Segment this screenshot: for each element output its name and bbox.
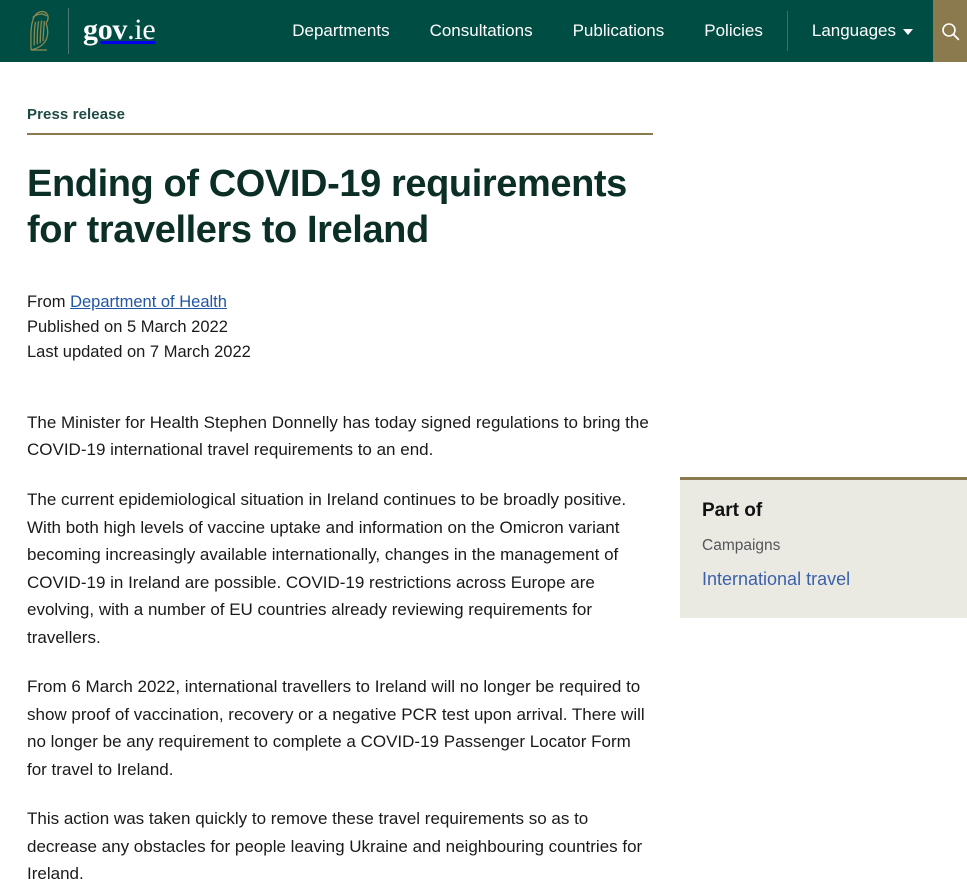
article-metadata: From Department of Health Published on 5… (27, 290, 653, 365)
department-link[interactable]: Department of Health (70, 293, 227, 311)
meta-published: Published on 5 March 2022 (27, 317, 228, 336)
article-paragraph: This action was taken quickly to remove … (27, 809, 643, 884)
nav-item-consultations[interactable]: Consultations (410, 0, 553, 62)
main-navigation: Departments Consultations Publications P… (155, 0, 933, 62)
part-of-panel: Part of Campaigns International travel (680, 477, 967, 618)
article-paragraph: The current epidemiological situation in… (27, 490, 627, 647)
article-paragraph: From 6 March 2022, international travell… (27, 677, 645, 779)
article-column: Press release Ending of COVID-19 require… (0, 62, 680, 888)
part-of-heading: Part of (702, 500, 763, 521)
nav-item-policies[interactable]: Policies (684, 0, 783, 62)
nav-item-languages-label: Languages (811, 21, 896, 40)
wordmark-gov: gov (83, 13, 128, 46)
part-of-link-international-travel[interactable]: International travel (702, 568, 850, 591)
page-title: Ending of COVID-19 requirements for trav… (27, 163, 627, 252)
site-wordmark: gov.ie (83, 13, 156, 47)
nav-item-languages[interactable]: Languages (792, 0, 933, 62)
chevron-down-icon (903, 29, 913, 35)
nav-item-departments[interactable]: Departments (272, 0, 409, 62)
meta-from-prefix: From (27, 292, 66, 311)
meta-last-updated: Last updated on 7 March 2022 (27, 342, 251, 361)
nav-divider (786, 11, 788, 51)
content-type-label: Press release (27, 106, 126, 123)
site-logo-link[interactable]: gov.ie (0, 0, 156, 62)
article-body: The Minister for Health Stephen Donnelly… (27, 409, 653, 888)
nav-item-publications[interactable]: Publications (553, 0, 685, 62)
part-of-category: Campaigns (702, 537, 781, 554)
search-icon (941, 22, 960, 41)
brand-divider (68, 8, 69, 54)
wordmark-ie: .ie (127, 13, 156, 46)
article-paragraph: The Minister for Health Stephen Donnelly… (27, 412, 649, 460)
irish-harp-icon (22, 8, 56, 54)
page-body: Press release Ending of COVID-19 require… (0, 62, 967, 888)
title-divider (27, 133, 653, 135)
meta-from-line: From Department of Health (27, 290, 653, 315)
search-button[interactable] (933, 0, 967, 62)
site-header: gov.ie Departments Consultations Publica… (0, 0, 967, 62)
